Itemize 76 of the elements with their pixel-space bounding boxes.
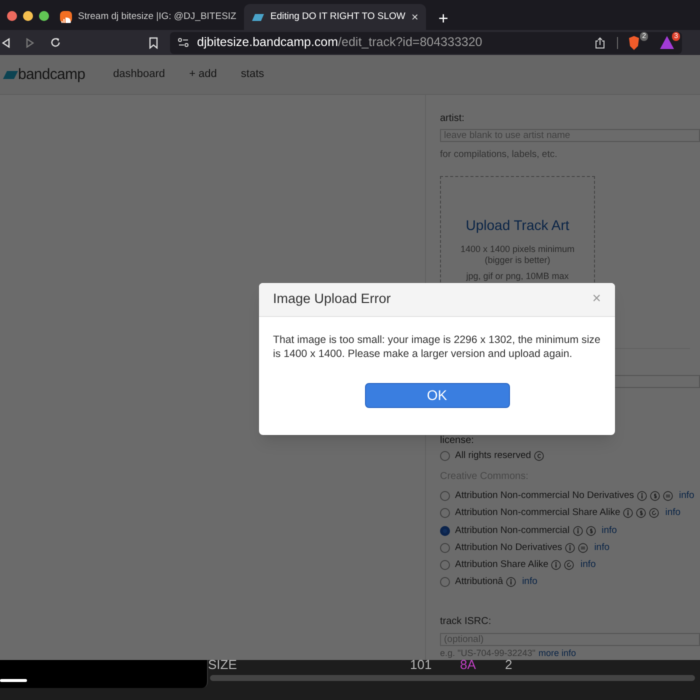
minimize-window-icon[interactable] <box>23 11 33 21</box>
maximize-window-icon[interactable] <box>39 11 49 21</box>
license-icon <box>623 508 634 518</box>
license-icon <box>551 560 562 570</box>
field-label: license: <box>440 434 475 446</box>
license-option: All rights reserved <box>455 448 532 463</box>
nav-link[interactable]: stats <box>240 66 264 83</box>
license-icon <box>572 526 583 536</box>
share-icon[interactable] <box>595 36 605 48</box>
reload-icon[interactable] <box>50 37 61 48</box>
app-text: SIZE <box>208 658 237 671</box>
info-link[interactable]: info <box>522 575 538 590</box>
app-text: 101 <box>410 658 432 671</box>
radio-button[interactable] <box>440 577 450 588</box>
license-option: Attribution Non-commercial <box>455 524 570 538</box>
radio-button[interactable] <box>440 542 450 553</box>
info-link[interactable]: info <box>678 489 694 504</box>
error-message: That image is too small: your image is 2296 x 1302, the minimum size is 1400 x 1400. Please make a larger version and upload again. <box>272 333 602 361</box>
hint-text: for compilations, labels, etc. <box>440 148 558 162</box>
radio-button[interactable] <box>440 491 450 502</box>
info-link[interactable]: info <box>665 506 681 520</box>
field-label: artist: <box>440 112 466 126</box>
forward-icon[interactable] <box>26 38 34 48</box>
nav-link[interactable]: dashboard <box>113 66 166 83</box>
license-icon <box>636 491 647 502</box>
close-window-icon[interactable] <box>7 11 17 21</box>
dialog-title: Image Upload Error <box>273 290 391 308</box>
license-option: Attribution Non-commercial No Derivatives <box>455 489 634 504</box>
tab-title: Editing DO IT RIGHT TO SLOW <box>270 10 406 24</box>
extension-icon[interactable] <box>628 36 642 50</box>
back-icon[interactable] <box>2 38 10 48</box>
field-label: track ISRC: <box>440 614 492 628</box>
info-link[interactable]: info <box>594 540 610 555</box>
site-settings-icon <box>178 38 189 47</box>
browser-tab[interactable]: Editing DO IT RIGHT TO SLOW × <box>244 4 426 30</box>
bookmark-icon[interactable] <box>149 36 158 48</box>
size-requirement: 1400 x 1400 pixels minimum (bigger is better) <box>460 244 575 266</box>
radio-button[interactable] <box>440 508 450 518</box>
license-icon <box>649 508 660 518</box>
parallelogram-icon <box>252 14 264 20</box>
upload-title: Upload Track Art <box>466 216 570 236</box>
license-icon <box>506 577 516 588</box>
copyright-icon <box>534 450 544 461</box>
license-option: Attribution Non-commercial Share Alike <box>455 506 620 520</box>
license-icon <box>586 526 596 536</box>
license-option: Attribution Share Alike <box>455 558 548 572</box>
license-option: Attributionâ <box>455 575 504 590</box>
license-icon <box>662 491 673 502</box>
license-icon <box>650 491 660 502</box>
radio-button[interactable] <box>440 450 450 461</box>
info-link[interactable]: info <box>602 524 617 538</box>
more-info-link[interactable]: more info <box>538 646 576 660</box>
app-text: 2 <box>505 658 512 671</box>
license-option: Attribution No Derivatives <box>455 540 562 555</box>
close-icon[interactable]: × <box>592 288 601 311</box>
logo-icon <box>3 70 18 78</box>
close-tab-icon[interactable]: × <box>411 8 418 26</box>
app-text: 8A <box>460 658 476 671</box>
license-icon <box>636 508 646 518</box>
nav-link[interactable]: + add <box>189 66 217 83</box>
ok-button[interactable]: OK <box>364 383 510 408</box>
radio-button[interactable] <box>440 526 450 536</box>
tab-title: Stream dj bitesize |IG: @DJ_BITESIZ <box>78 10 236 24</box>
radio-button[interactable] <box>440 560 450 570</box>
url-text: djbitesize.bandcamp.com/edit_track?id=804333320 <box>197 34 482 52</box>
extension-icon[interactable] <box>660 36 674 50</box>
info-link[interactable]: info <box>580 558 596 572</box>
format-requirement: jpg, gif or png, 10MB max <box>466 270 569 284</box>
browser-tab[interactable]: Stream dj bitesize |IG: @DJ_BITESIZ <box>56 4 240 30</box>
license-icon <box>564 560 574 570</box>
cloud-icon <box>60 11 72 23</box>
license-icon <box>565 542 576 553</box>
new-tab-button[interactable]: + <box>438 10 448 27</box>
license-icon <box>578 542 588 553</box>
site-logo[interactable]: bandcamp <box>18 67 86 82</box>
progress-line <box>0 679 27 682</box>
